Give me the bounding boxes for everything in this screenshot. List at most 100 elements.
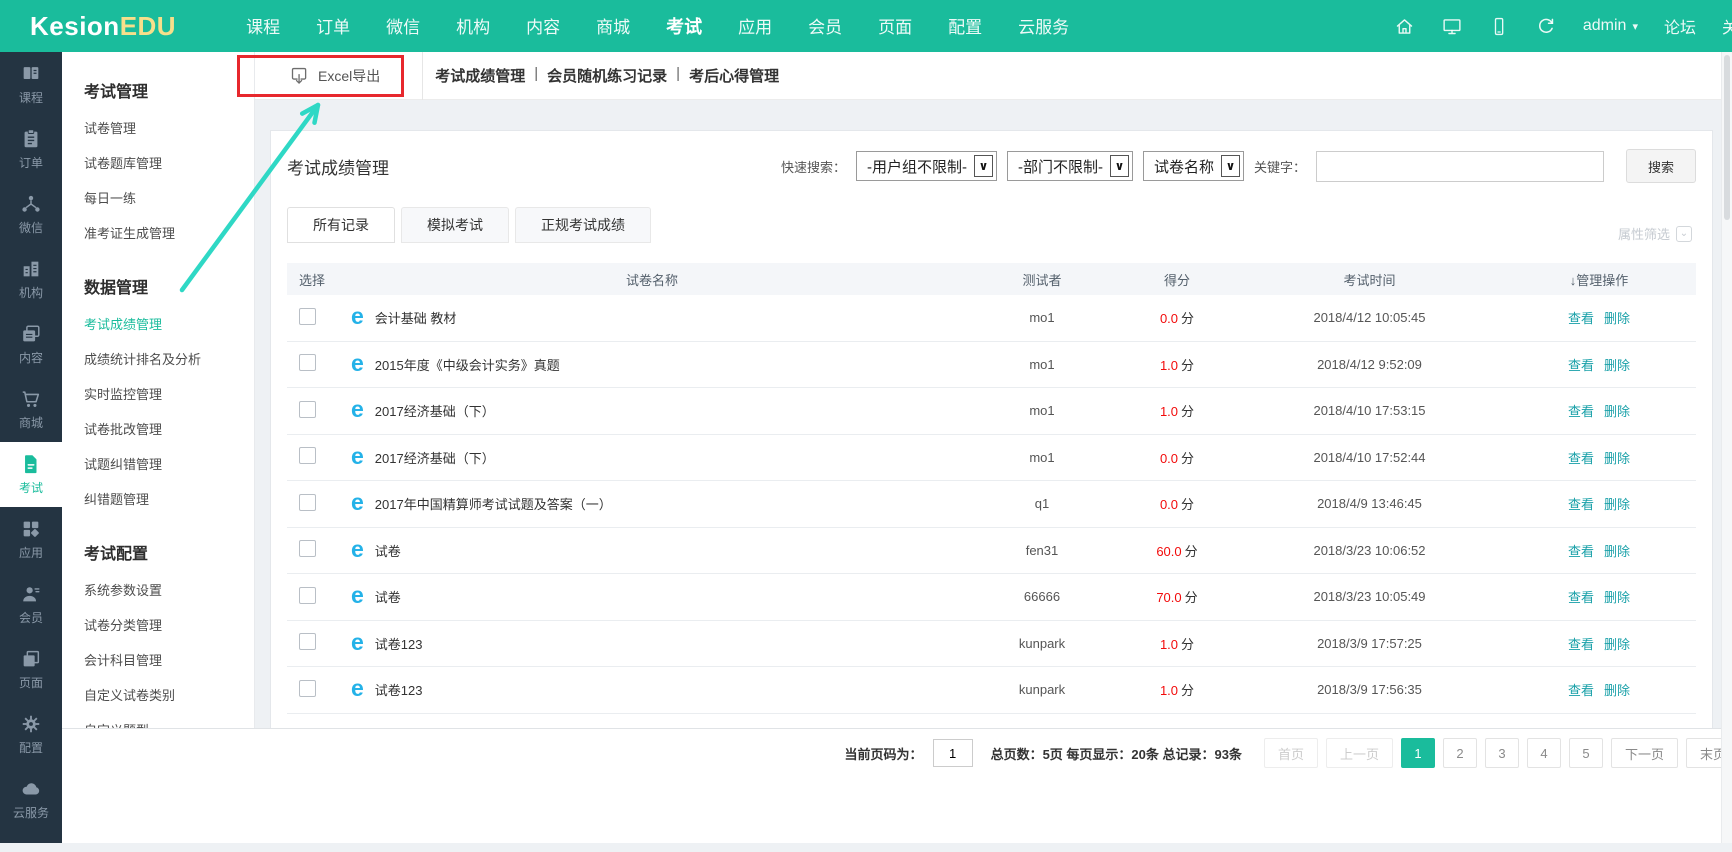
delete-link[interactable]: 删除 bbox=[1604, 634, 1630, 653]
row-checkbox[interactable] bbox=[299, 587, 316, 604]
tab-mock-exams[interactable]: 模拟考试 bbox=[401, 207, 509, 243]
page-button-1[interactable]: 1 bbox=[1401, 738, 1435, 768]
row-checkbox[interactable] bbox=[299, 680, 316, 697]
attribute-filter-toggle[interactable]: 属性筛选 ⌄ bbox=[1618, 224, 1692, 243]
submenu-item-custom-paper-type[interactable]: 自定义试卷类别 bbox=[84, 677, 254, 712]
submenu-item-exam-scores[interactable]: 考试成绩管理 bbox=[84, 306, 254, 341]
sidebar-item-orders[interactable]: 订单 bbox=[0, 117, 62, 182]
nav-item-members[interactable]: 会员 bbox=[808, 13, 842, 39]
sidebar-item-cloud[interactable]: 云服务 bbox=[0, 767, 62, 832]
tab-all-records[interactable]: 所有记录 bbox=[287, 207, 395, 243]
breadcrumb-item-random-practice[interactable]: 会员随机练习记录 bbox=[547, 65, 667, 86]
next-page-button[interactable]: 下一页 bbox=[1611, 738, 1678, 768]
nav-item-apps[interactable]: 应用 bbox=[738, 13, 772, 39]
usergroup-select[interactable]: -用户组不限制- ∨ bbox=[856, 151, 997, 181]
delete-link[interactable]: 删除 bbox=[1604, 355, 1630, 374]
submenu-item-paper-review[interactable]: 试卷批改管理 bbox=[84, 411, 254, 446]
submenu-item-error-questions[interactable]: 纠错题管理 bbox=[84, 481, 254, 516]
sidebar-item-members[interactable]: 会员 bbox=[0, 572, 62, 637]
breadcrumb-item-exam-scores[interactable]: 考试成绩管理 bbox=[435, 65, 525, 86]
prev-page-button[interactable]: 上一页 bbox=[1326, 738, 1393, 768]
submenu-item-realtime-monitor[interactable]: 实时监控管理 bbox=[84, 376, 254, 411]
nav-item-content[interactable]: 内容 bbox=[526, 13, 560, 39]
admin-user-menu[interactable]: admin ▾ bbox=[1583, 17, 1638, 35]
delete-link[interactable]: 删除 bbox=[1604, 587, 1630, 606]
close-link[interactable]: 关 bbox=[1722, 14, 1732, 38]
delete-link[interactable]: 删除 bbox=[1604, 680, 1630, 699]
sidebar-item-config[interactable]: 配置 bbox=[0, 702, 62, 767]
exam-time: 2018/4/9 13:46:45 bbox=[1237, 496, 1502, 511]
vertical-scrollbar[interactable] bbox=[1721, 52, 1732, 843]
sidebar-item-mall[interactable]: 商城 bbox=[0, 377, 62, 442]
nav-item-cloud[interactable]: 云服务 bbox=[1018, 13, 1069, 39]
breadcrumb-item-exam-thoughts[interactable]: 考后心得管理 bbox=[689, 65, 779, 86]
row-checkbox[interactable] bbox=[299, 494, 316, 511]
submenu-item-admission-ticket[interactable]: 准考证生成管理 bbox=[84, 215, 254, 250]
keyword-input[interactable] bbox=[1316, 151, 1604, 182]
view-link[interactable]: 查看 bbox=[1568, 541, 1594, 560]
scrollbar-thumb[interactable] bbox=[1724, 55, 1730, 220]
nav-item-wechat[interactable]: 微信 bbox=[386, 13, 420, 39]
submenu-item-score-stats[interactable]: 成绩统计排名及分析 bbox=[84, 341, 254, 376]
header-actions[interactable]: ↓管理操作 bbox=[1502, 270, 1696, 289]
mobile-icon[interactable] bbox=[1489, 16, 1509, 37]
view-link[interactable]: 查看 bbox=[1568, 680, 1594, 699]
view-link[interactable]: 查看 bbox=[1568, 494, 1594, 513]
page-button-2[interactable]: 2 bbox=[1443, 738, 1477, 768]
department-select[interactable]: -部门不限制- ∨ bbox=[1007, 151, 1133, 181]
row-checkbox[interactable] bbox=[299, 354, 316, 371]
current-page-input[interactable] bbox=[933, 739, 973, 767]
forum-link[interactable]: 论坛 bbox=[1664, 14, 1696, 38]
view-link[interactable]: 查看 bbox=[1568, 401, 1594, 420]
nav-item-org[interactable]: 机构 bbox=[456, 13, 490, 39]
delete-link[interactable]: 删除 bbox=[1604, 448, 1630, 467]
nav-item-courses[interactable]: 课程 bbox=[246, 13, 280, 39]
view-link[interactable]: 查看 bbox=[1568, 355, 1594, 374]
first-page-button[interactable]: 首页 bbox=[1264, 738, 1318, 768]
row-checkbox[interactable] bbox=[299, 633, 316, 650]
sidebar-item-courses[interactable]: 课程 bbox=[0, 52, 62, 117]
sidebar-item-org[interactable]: 机构 bbox=[0, 247, 62, 312]
submenu-item-paper-mgmt[interactable]: 试卷管理 bbox=[84, 110, 254, 145]
row-checkbox[interactable] bbox=[299, 540, 316, 557]
tab-formal-exam-scores[interactable]: 正规考试成绩 bbox=[515, 207, 651, 243]
monitor-icon[interactable] bbox=[1441, 16, 1463, 37]
page-button-5[interactable]: 5 bbox=[1569, 738, 1603, 768]
view-link[interactable]: 查看 bbox=[1568, 308, 1594, 327]
delete-link[interactable]: 删除 bbox=[1604, 494, 1630, 513]
excel-export-button[interactable]: Excel导出 bbox=[289, 65, 380, 87]
submenu-item-accounting-subjects[interactable]: 会计科目管理 bbox=[84, 642, 254, 677]
submenu-item-daily-practice[interactable]: 每日一练 bbox=[84, 180, 254, 215]
submenu-item-paper-category[interactable]: 试卷分类管理 bbox=[84, 607, 254, 642]
nav-item-pages[interactable]: 页面 bbox=[878, 13, 912, 39]
apps-icon bbox=[20, 518, 42, 540]
sidebar-item-exam[interactable]: 考试 bbox=[0, 442, 62, 507]
delete-link[interactable]: 删除 bbox=[1604, 308, 1630, 327]
home-icon[interactable] bbox=[1394, 16, 1415, 37]
sidebar-item-apps[interactable]: 应用 bbox=[0, 507, 62, 572]
page-button-4[interactable]: 4 bbox=[1527, 738, 1561, 768]
submenu-item-question-bank[interactable]: 试卷题库管理 bbox=[84, 145, 254, 180]
tester: mo1 bbox=[967, 403, 1117, 418]
sidebar-item-content[interactable]: 内容 bbox=[0, 312, 62, 377]
refresh-icon[interactable] bbox=[1535, 15, 1557, 37]
nav-item-config[interactable]: 配置 bbox=[948, 13, 982, 39]
submenu-item-error-correction[interactable]: 试题纠错管理 bbox=[84, 446, 254, 481]
nav-item-exam[interactable]: 考试 bbox=[666, 13, 702, 39]
view-link[interactable]: 查看 bbox=[1568, 448, 1594, 467]
row-checkbox[interactable] bbox=[299, 308, 316, 325]
row-checkbox[interactable] bbox=[299, 447, 316, 464]
search-button[interactable]: 搜索 bbox=[1626, 149, 1696, 183]
delete-link[interactable]: 删除 bbox=[1604, 401, 1630, 420]
search-field-select[interactable]: 试卷名称 ∨ bbox=[1143, 151, 1244, 181]
nav-item-orders[interactable]: 订单 bbox=[316, 13, 350, 39]
delete-link[interactable]: 删除 bbox=[1604, 541, 1630, 560]
nav-item-mall[interactable]: 商城 bbox=[596, 13, 630, 39]
sidebar-item-wechat[interactable]: 微信 bbox=[0, 182, 62, 247]
view-link[interactable]: 查看 bbox=[1568, 587, 1594, 606]
sidebar-item-pages[interactable]: 页面 bbox=[0, 637, 62, 702]
view-link[interactable]: 查看 bbox=[1568, 634, 1594, 653]
row-checkbox[interactable] bbox=[299, 401, 316, 418]
page-button-3[interactable]: 3 bbox=[1485, 738, 1519, 768]
submenu-item-sys-params[interactable]: 系统参数设置 bbox=[84, 572, 254, 607]
